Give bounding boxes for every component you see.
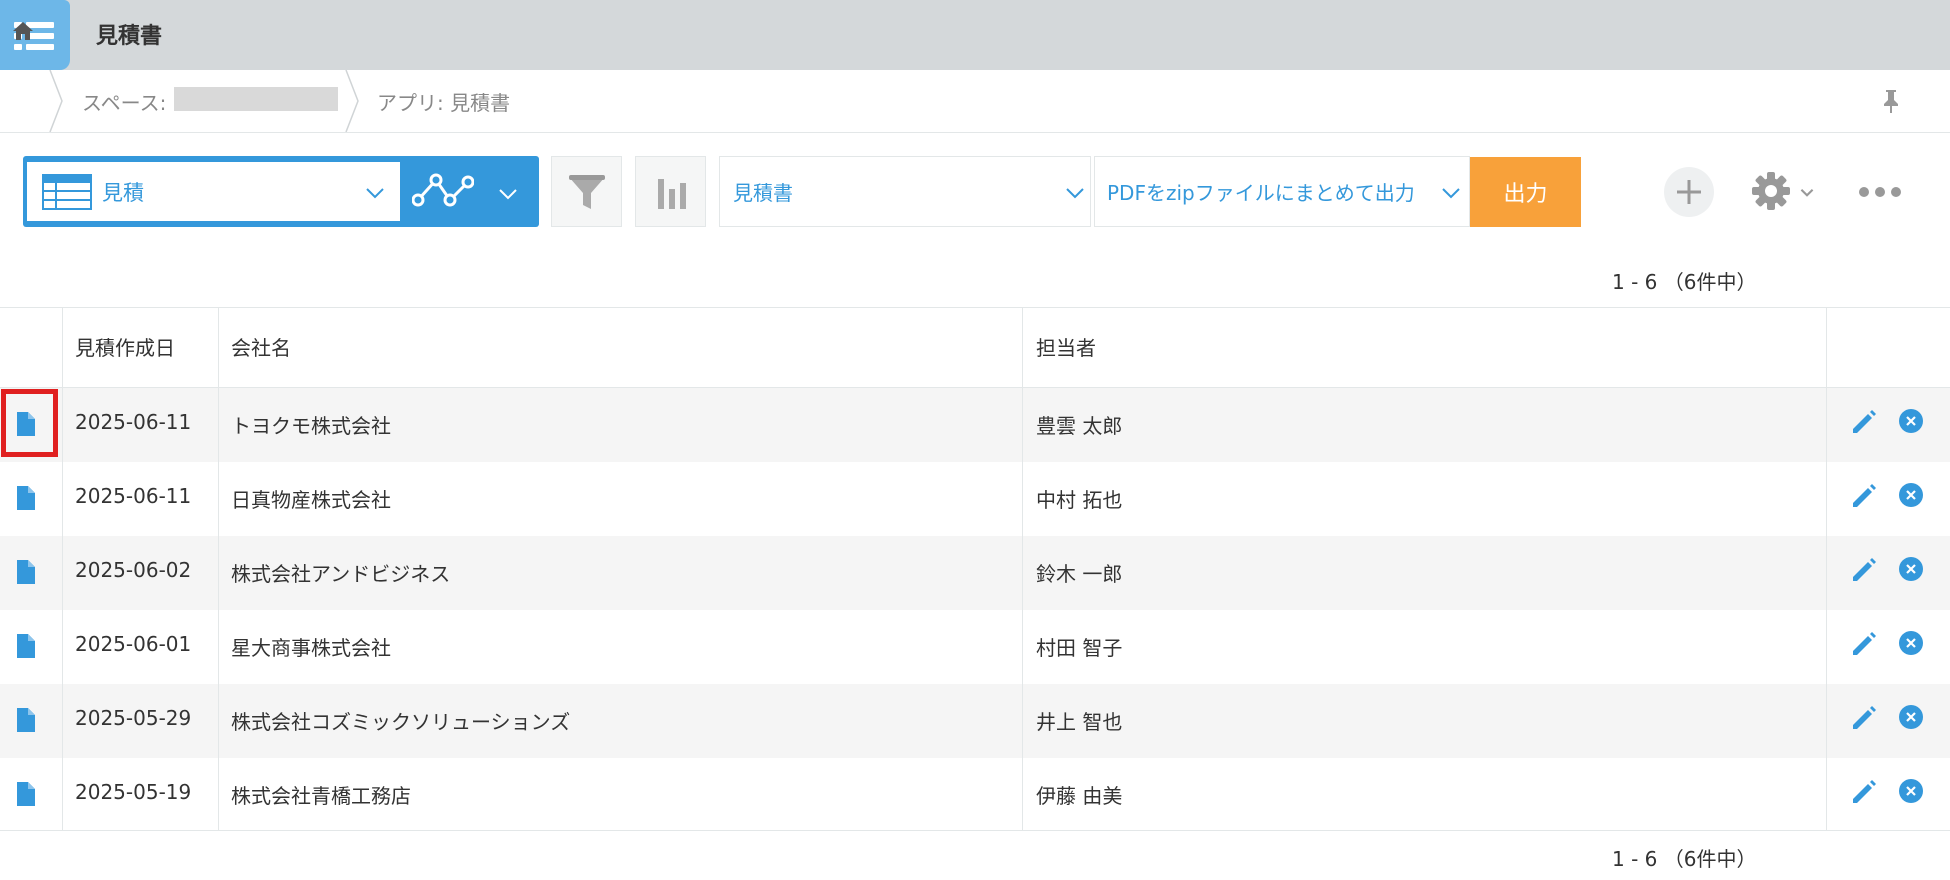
cell-date: 2025-05-19: [75, 780, 192, 804]
cell-person: 鈴木 一郎: [1036, 562, 1123, 586]
pencil-icon[interactable]: [1851, 557, 1877, 583]
column-divider: [1826, 307, 1827, 831]
more-options-icon[interactable]: [1858, 186, 1902, 198]
cell-person: 豊雲 太郎: [1036, 414, 1123, 438]
column-divider: [218, 307, 219, 831]
delete-icon[interactable]: [1899, 409, 1923, 433]
pin-icon[interactable]: [1880, 88, 1902, 114]
view-name: 見積: [102, 181, 144, 205]
breadcrumb-separator-icon: [345, 70, 359, 132]
add-record-button[interactable]: [1664, 167, 1714, 217]
home-icon[interactable]: [12, 20, 34, 42]
record-detail-icon[interactable]: [17, 708, 35, 732]
pencil-icon[interactable]: [1851, 631, 1877, 657]
pencil-icon[interactable]: [1851, 483, 1877, 509]
breadcrumb-app[interactable]: アプリ: 見積書: [377, 87, 510, 116]
chevron-down-icon[interactable]: [365, 187, 385, 199]
breadcrumb-space[interactable]: スペース:: [82, 87, 166, 116]
filter-icon: [569, 175, 605, 209]
table-bottom-border: [0, 830, 1950, 831]
table-header: [0, 307, 1950, 388]
redacted-space-name: [174, 87, 338, 111]
gear-icon[interactable]: [1750, 170, 1792, 212]
cell-person: 井上 智也: [1036, 710, 1123, 734]
chevron-down-icon[interactable]: [1065, 187, 1085, 199]
highlight-box: [1, 389, 58, 457]
pagination-top: 1 - 6 （6件中）: [1612, 270, 1757, 294]
delete-icon[interactable]: [1899, 557, 1923, 581]
record-detail-icon[interactable]: [17, 634, 35, 658]
cell-date: 2025-06-01: [75, 632, 192, 656]
cell-company: 株式会社コズミックソリューションズ: [231, 710, 571, 734]
column-header-company[interactable]: 会社名: [231, 332, 291, 361]
cell-company: 星大商事株式会社: [231, 636, 391, 660]
delete-icon[interactable]: [1899, 779, 1923, 803]
filter-button[interactable]: [551, 156, 622, 227]
chevron-down-icon[interactable]: [1441, 187, 1461, 199]
pencil-icon[interactable]: [1851, 705, 1877, 731]
cell-date: 2025-06-02: [75, 558, 192, 582]
column-header-person[interactable]: 担当者: [1036, 332, 1096, 361]
plus-icon: [1677, 180, 1701, 204]
print-mode-value: PDFをzipファイルにまとめて出力: [1107, 181, 1415, 205]
app-list-icon[interactable]: [0, 0, 70, 70]
cell-date: 2025-05-29: [75, 706, 192, 730]
cell-person: 伊藤 由美: [1036, 784, 1123, 808]
app-title: 見積書: [96, 24, 163, 49]
column-divider: [62, 307, 63, 831]
bar-chart-icon: [658, 179, 686, 209]
record-detail-icon[interactable]: [17, 782, 35, 806]
cell-date: 2025-06-11: [75, 484, 192, 508]
delete-icon[interactable]: [1899, 631, 1923, 655]
breadcrumb-separator-icon: [49, 70, 63, 132]
cell-person: 村田 智子: [1036, 636, 1123, 660]
graph-view-icon[interactable]: [412, 170, 474, 212]
cell-company: トヨクモ株式会社: [231, 414, 391, 438]
cell-company: 日真物産株式会社: [231, 488, 391, 512]
cell-person: 中村 拓也: [1036, 488, 1123, 512]
column-divider: [1022, 307, 1023, 831]
cell-date: 2025-06-11: [75, 410, 192, 434]
chevron-down-icon[interactable]: [498, 188, 518, 200]
table-view-icon: [42, 174, 92, 210]
print-template-value: 見積書: [733, 181, 793, 205]
cell-company: 株式会社アンドビジネス: [231, 562, 451, 586]
app-header: [0, 0, 1950, 70]
record-detail-icon[interactable]: [17, 486, 35, 510]
output-button[interactable]: 出力: [1470, 157, 1581, 227]
column-header-date[interactable]: 見積作成日: [75, 332, 175, 361]
pagination-bottom: 1 - 6 （6件中）: [1612, 847, 1757, 871]
record-detail-icon[interactable]: [17, 560, 35, 584]
delete-icon[interactable]: [1899, 705, 1923, 729]
cell-company: 株式会社青橋工務店: [231, 784, 411, 808]
chevron-down-icon[interactable]: [1800, 188, 1814, 197]
pencil-icon[interactable]: [1851, 779, 1877, 805]
pencil-icon[interactable]: [1851, 409, 1877, 435]
graph-button[interactable]: [635, 156, 706, 227]
delete-icon[interactable]: [1899, 483, 1923, 507]
